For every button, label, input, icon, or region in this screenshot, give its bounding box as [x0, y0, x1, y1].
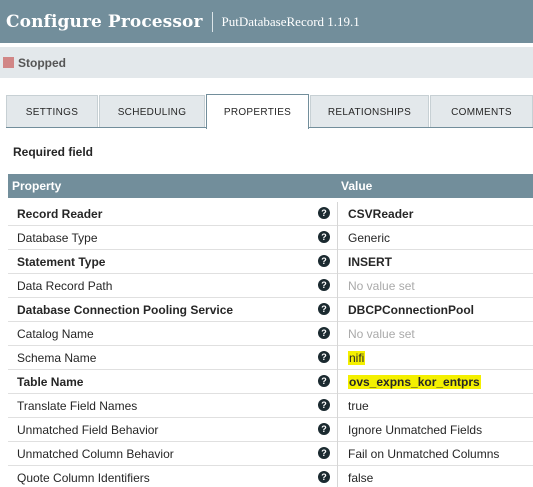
tab-settings[interactable]: SETTINGS: [6, 95, 98, 128]
help-icon[interactable]: ?: [318, 423, 330, 435]
properties-table-body: Record Reader? CSVReader Database Type? Gen…: [8, 202, 533, 487]
property-value[interactable]: ovs_expns_kor_entprs: [348, 375, 481, 389]
value-column-header: Value: [341, 179, 373, 193]
tab-properties[interactable]: PROPERTIES: [206, 94, 309, 129]
table-row[interactable]: Statement Type? INSERT: [8, 250, 533, 274]
column-divider: [337, 418, 338, 442]
table-row[interactable]: Data Record Path? No value set: [8, 274, 533, 298]
property-name: Data Record Path: [17, 279, 113, 293]
table-row[interactable]: Database Type? Generic: [8, 226, 533, 250]
table-row[interactable]: Translate Field Names? true: [8, 394, 533, 418]
column-divider: [337, 250, 338, 274]
help-icon[interactable]: ?: [318, 327, 330, 339]
column-divider: [337, 370, 338, 394]
help-icon[interactable]: ?: [318, 231, 330, 243]
dialog-header: Configure Processor PutDatabaseRecord 1.…: [0, 0, 533, 43]
required-field-legend: Required field: [13, 145, 94, 159]
column-divider: [337, 322, 338, 346]
table-row[interactable]: Table Name? ovs_expns_kor_entprs: [8, 370, 533, 394]
property-name: Record Reader: [17, 207, 103, 221]
help-icon[interactable]: ?: [318, 351, 330, 363]
property-value[interactable]: Generic: [348, 231, 390, 245]
help-icon[interactable]: ?: [318, 279, 330, 291]
property-value[interactable]: DBCPConnectionPool: [348, 303, 474, 317]
help-icon[interactable]: ?: [318, 207, 330, 219]
property-value[interactable]: Fail on Unmatched Columns: [348, 447, 499, 461]
property-name: Database Connection Pooling Service: [17, 303, 234, 317]
table-row[interactable]: Record Reader? CSVReader: [8, 202, 533, 226]
property-value[interactable]: Ignore Unmatched Fields: [348, 423, 482, 437]
property-name: Translate Field Names: [17, 399, 138, 413]
property-value[interactable]: false: [348, 471, 373, 485]
status-bar: Stopped: [0, 47, 533, 78]
table-row[interactable]: Schema Name? nifi: [8, 346, 533, 370]
column-divider: [337, 466, 338, 487]
property-name: Statement Type: [17, 255, 106, 269]
property-value[interactable]: nifi: [348, 351, 366, 365]
tab-relationships[interactable]: RELATIONSHIPS: [310, 95, 429, 128]
property-name: Schema Name: [17, 351, 97, 365]
help-icon[interactable]: ?: [318, 375, 330, 387]
column-divider: [337, 298, 338, 322]
property-name: Unmatched Field Behavior: [17, 423, 159, 437]
table-row[interactable]: Catalog Name? No value set: [8, 322, 533, 346]
help-icon[interactable]: ?: [318, 255, 330, 267]
column-divider: [337, 274, 338, 298]
property-name: Quote Column Identifiers: [17, 471, 150, 485]
help-icon[interactable]: ?: [318, 471, 330, 483]
processor-type: PutDatabaseRecord 1.19.1: [221, 13, 360, 29]
property-name: Catalog Name: [17, 327, 94, 341]
property-value[interactable]: true: [348, 399, 369, 413]
help-icon[interactable]: ?: [318, 447, 330, 459]
property-value[interactable]: INSERT: [348, 255, 392, 269]
table-row[interactable]: Database Connection Pooling Service? DBCP…: [8, 298, 533, 322]
header-separator: [211, 11, 213, 32]
property-name: Database Type: [17, 231, 98, 245]
help-icon[interactable]: ?: [318, 303, 330, 315]
table-row[interactable]: Quote Column Identifiers? false: [8, 466, 533, 487]
tab-scheduling[interactable]: SCHEDULING: [99, 95, 205, 128]
table-row[interactable]: Unmatched Field Behavior? Ignore Unmatche…: [8, 418, 533, 442]
tab-bar: SETTINGS SCHEDULING PROPERTIES RELATIONS…: [6, 94, 533, 129]
help-icon[interactable]: ?: [318, 399, 330, 411]
properties-table-header: Property Value: [8, 174, 533, 198]
column-divider: [337, 202, 338, 226]
property-column-header: Property: [12, 179, 62, 193]
table-row[interactable]: Unmatched Column Behavior? Fail on Unmatc…: [8, 442, 533, 466]
status-label: Stopped: [18, 55, 66, 70]
tab-comments[interactable]: COMMENTS: [430, 95, 533, 128]
property-value[interactable]: No value set: [348, 279, 415, 293]
column-divider: [337, 346, 338, 370]
column-divider: [337, 226, 338, 250]
dialog-title: Configure Processor: [6, 11, 203, 32]
column-divider: [337, 442, 338, 466]
property-value[interactable]: No value set: [348, 327, 415, 341]
property-name: Table Name: [17, 375, 84, 389]
stopped-icon: [3, 57, 14, 68]
property-name: Unmatched Column Behavior: [17, 447, 174, 461]
property-value[interactable]: CSVReader: [348, 207, 413, 221]
column-divider: [337, 394, 338, 418]
